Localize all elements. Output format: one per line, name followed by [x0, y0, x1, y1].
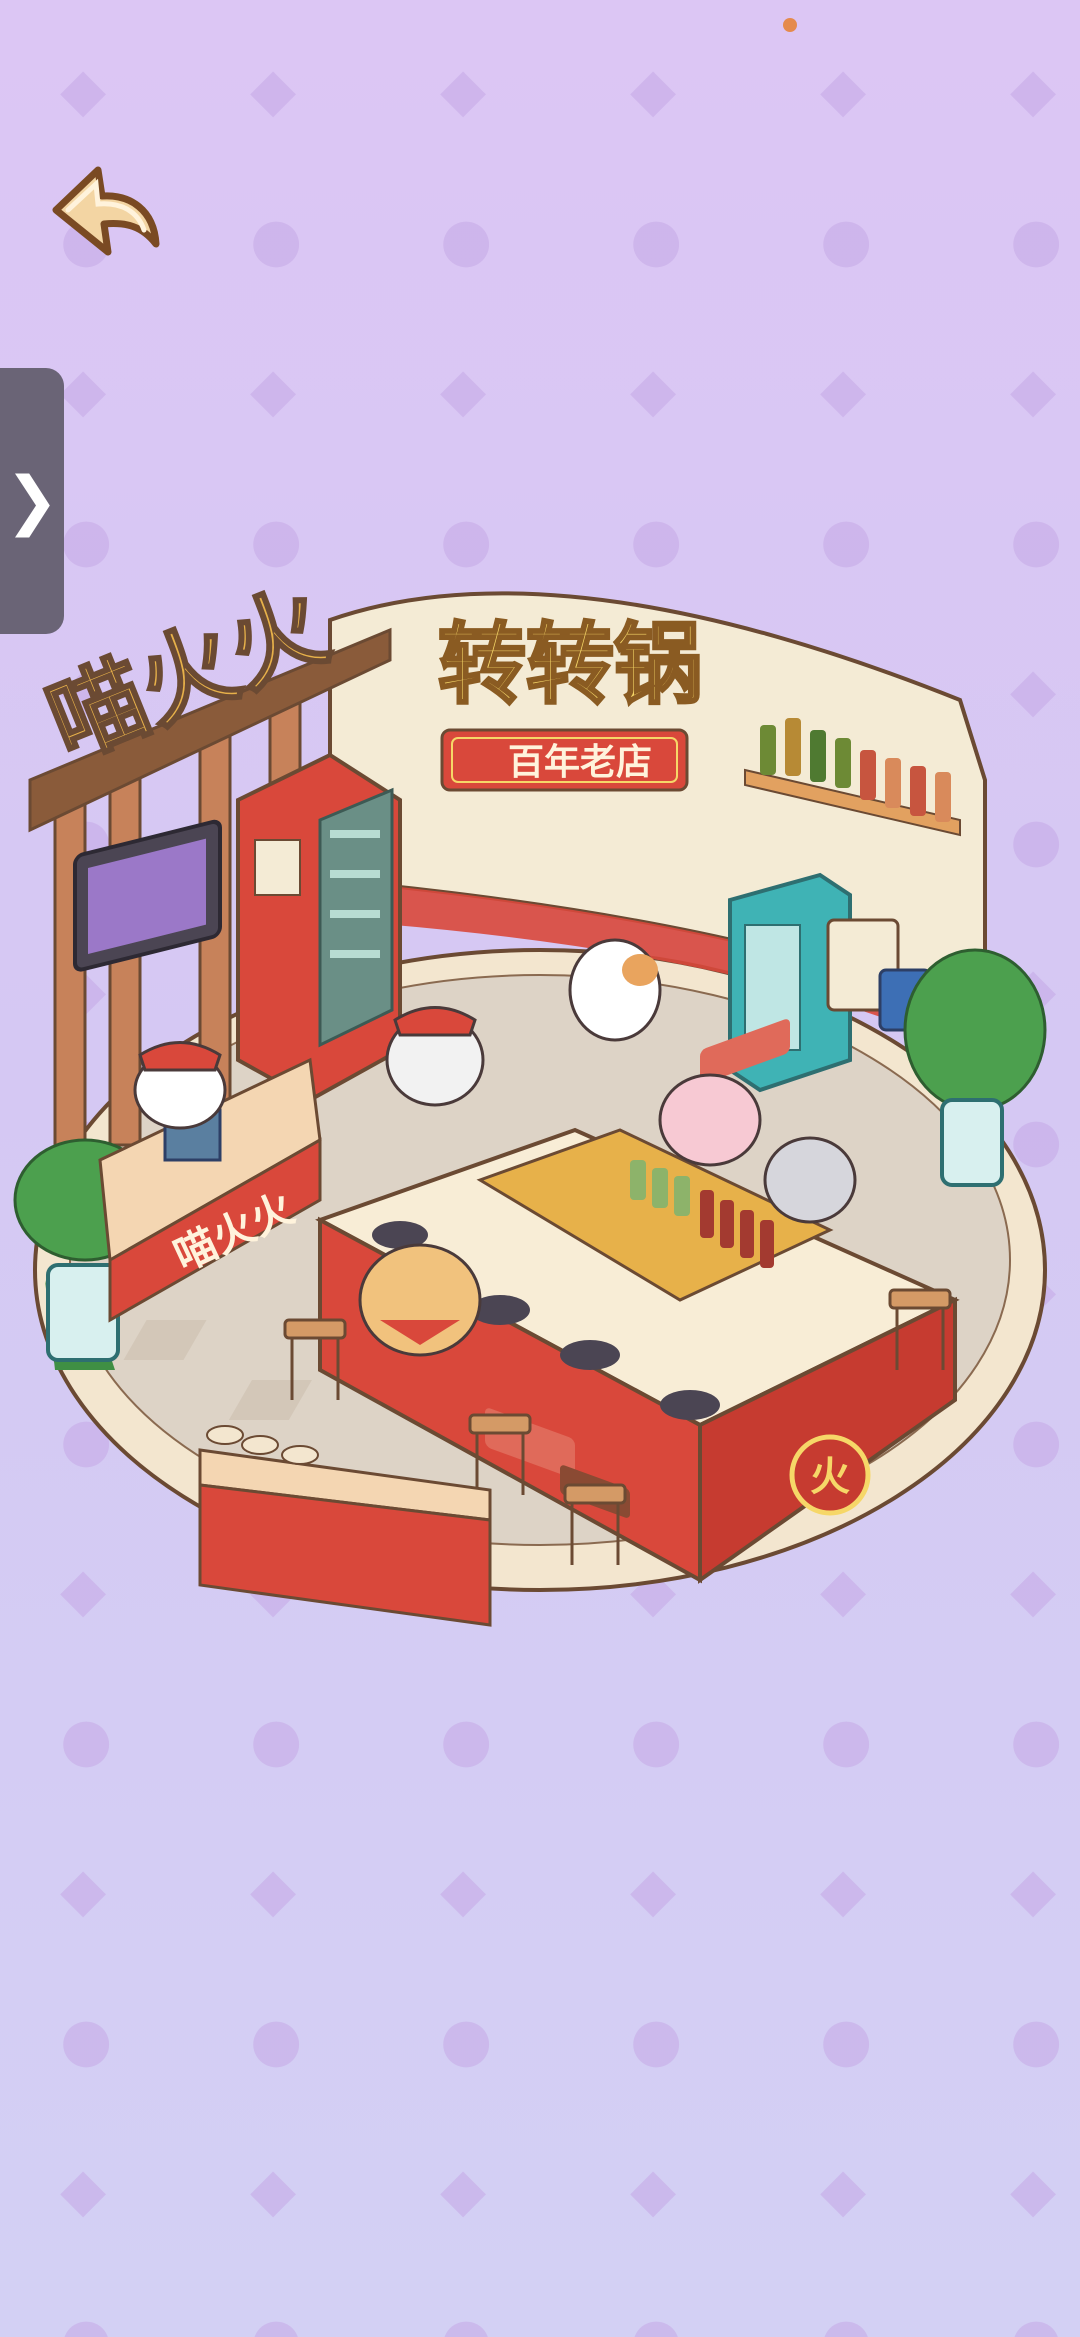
- cashier-cat: [133, 1041, 227, 1130]
- paw-print-icon: ●: [630, 205, 683, 275]
- back-button[interactable]: [38, 152, 168, 272]
- pattern-row: ● ● ● ● ● ●: [0, 1690, 1080, 1830]
- grey-chef-cat: [385, 1006, 485, 1107]
- cat-face-icon: ◆: [440, 1855, 487, 1925]
- counter-emblem: 火: [810, 1454, 850, 1500]
- paw-print-icon: ●: [630, 2310, 682, 2337]
- cat-face-icon: ◆: [440, 355, 487, 425]
- cat-face-icon: ◆: [820, 2155, 867, 2225]
- cat-face-icon: ◆: [440, 55, 487, 125]
- drink-fridge: [236, 752, 402, 1103]
- cat-face-icon: ◆: [820, 355, 867, 425]
- calico-cat: [568, 938, 662, 1042]
- paw-print-icon: ●: [440, 1705, 493, 1775]
- cat-face-icon: ◆: [630, 55, 677, 125]
- pattern-row: ◆ ◆ ◆ ◆ ◆ ◆: [0, 1840, 1080, 1980]
- cat-face-icon: ◆: [60, 355, 107, 425]
- pattern-row: ◆ ◆ ◆ ◆ ◆ ◆: [0, 2140, 1080, 2280]
- cat-face-icon: ◆: [630, 2155, 677, 2225]
- cat-face-icon: ◆: [820, 55, 867, 125]
- paw-print-icon: ●: [1010, 2310, 1062, 2337]
- cat-face-icon: ◆: [250, 55, 297, 125]
- paw-print-icon: ●: [60, 2310, 112, 2337]
- paw-print-icon: ●: [440, 2005, 493, 2075]
- main-sign: 转转锅: [438, 613, 702, 716]
- paw-print-icon: ●: [820, 205, 873, 275]
- paw-print-icon: ●: [440, 2310, 492, 2337]
- cat-face-icon: ◆: [60, 55, 107, 125]
- cat-face-icon: ◆: [630, 1855, 677, 1925]
- cat-face-icon: ◆: [250, 1855, 297, 1925]
- paw-print-icon: ●: [820, 2310, 872, 2337]
- notification-dot: [783, 18, 797, 32]
- cat-face-icon: ◆: [630, 355, 677, 425]
- tv-screen: [73, 819, 222, 972]
- paw-print-icon: ●: [440, 205, 493, 275]
- cat-face-icon: ◆: [1010, 355, 1057, 425]
- pattern-row: ◆ ◆ ◆ ◆ ◆ ◆: [0, 340, 1080, 480]
- shop-banner: 百年老店: [508, 742, 652, 783]
- paw-print-icon: ●: [60, 1705, 113, 1775]
- cat-face-icon: ◆: [440, 2155, 487, 2225]
- paw-print-icon: ●: [250, 2005, 303, 2075]
- paw-print-icon: ●: [630, 1705, 683, 1775]
- paw-print-icon: ●: [1010, 1705, 1063, 1775]
- paw-print-icon: ●: [630, 2005, 683, 2075]
- paw-print-icon: ●: [1010, 205, 1063, 275]
- cat-face-icon: ◆: [250, 355, 297, 425]
- cat-face-icon: ◆: [60, 1855, 107, 1925]
- paw-print-icon: ●: [820, 1705, 873, 1775]
- cat-face-icon: ◆: [820, 1855, 867, 1925]
- orange-customer-cat: [358, 1243, 482, 1357]
- pink-cat: [658, 1073, 762, 1167]
- striped-grey-cat: [763, 1136, 857, 1224]
- paw-print-icon: ●: [1010, 2005, 1063, 2075]
- pattern-row: ● ● ● ● ● ●: [0, 1990, 1080, 2130]
- cat-face-icon: ◆: [1010, 2155, 1057, 2225]
- cat-face-icon: ◆: [250, 2155, 297, 2225]
- pattern-row: ● ● ● ● ● ●: [0, 2290, 1080, 2337]
- cat-face-icon: ◆: [1010, 1855, 1057, 1925]
- paw-print-icon: ●: [250, 205, 303, 275]
- paw-print-icon: ●: [250, 2310, 302, 2337]
- back-arrow-icon: [52, 166, 160, 256]
- hotpot-shop-scene: 转转锅 百年老店 喵火火 喵火火 火: [13, 567, 1047, 1627]
- paw-print-icon: ●: [250, 1705, 303, 1775]
- cat-face-icon: ◆: [1010, 55, 1057, 125]
- paw-print-icon: ●: [60, 2005, 113, 2075]
- paw-print-icon: ●: [820, 2005, 873, 2075]
- cat-face-icon: ◆: [60, 2155, 107, 2225]
